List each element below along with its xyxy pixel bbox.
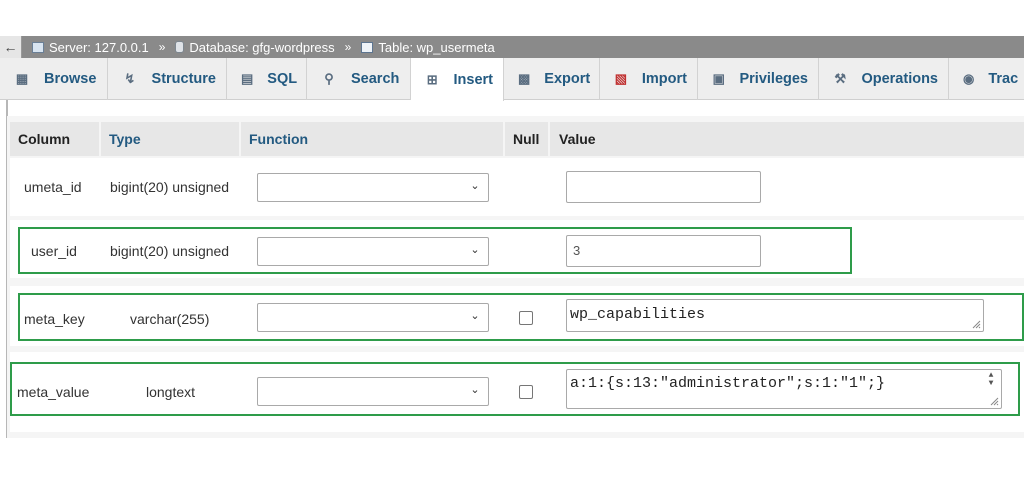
breadcrumb-separator: » xyxy=(344,40,352,54)
breadcrumb-table[interactable]: Table: wp_usermeta xyxy=(361,40,495,55)
tab-insert[interactable]: ⊞ Insert xyxy=(411,58,504,101)
database-icon xyxy=(175,41,185,53)
server-icon xyxy=(32,41,44,53)
search-icon: ⚲ xyxy=(324,71,334,86)
table-icon xyxy=(361,41,374,53)
structure-icon: ↯ xyxy=(124,71,136,86)
breadcrumb-separator: » xyxy=(158,40,166,54)
breadcrumb-server-label[interactable]: Server: 127.0.0.1 xyxy=(49,40,149,55)
header-column: Column xyxy=(10,122,99,156)
tab-export[interactable]: ▩ Export xyxy=(504,58,600,100)
tab-search[interactable]: ⚲ Search xyxy=(307,58,411,100)
tab-label: Export xyxy=(544,71,591,87)
privileges-icon: ▣ xyxy=(712,71,725,86)
tab-label: Operations xyxy=(861,71,938,87)
import-icon: ▧ xyxy=(614,71,628,86)
tab-privileges[interactable]: ▣ Privileges xyxy=(698,58,819,100)
header-type[interactable]: Type xyxy=(101,122,239,156)
column-type: bigint(20) unsigned xyxy=(110,179,230,195)
tab-bar: ▦ Browse ↯ Structure ▤ SQL ⚲ Search ⊞ In… xyxy=(0,58,1024,101)
breadcrumb-database-label[interactable]: Database: gfg-wordpress xyxy=(189,40,334,55)
breadcrumb-server[interactable]: Server: 127.0.0.1 xyxy=(32,40,149,55)
tab-label: Trac xyxy=(988,71,1019,87)
column-name: umeta_id xyxy=(24,179,82,195)
breadcrumb: ← Server: 127.0.0.1 » Database: gfg-word… xyxy=(0,36,1024,58)
tab-label: Browse xyxy=(44,71,97,87)
breadcrumb-table-label[interactable]: Table: wp_usermeta xyxy=(378,40,494,55)
tab-import[interactable]: ▧ Import xyxy=(600,58,698,100)
function-select[interactable]: ⌄ xyxy=(257,173,489,202)
tracking-icon: ◉ xyxy=(963,71,975,86)
operations-icon: ⚒ xyxy=(834,71,847,86)
header-null: Null xyxy=(505,122,548,156)
tab-label: Structure xyxy=(151,71,216,87)
tab-structure[interactable]: ↯ Structure xyxy=(108,58,227,100)
value-input[interactable] xyxy=(566,171,761,203)
tab-label: Import xyxy=(641,71,687,87)
export-icon: ▩ xyxy=(518,71,531,86)
highlight-box xyxy=(18,227,852,274)
tab-tracking[interactable]: ◉ Trac xyxy=(949,58,1024,100)
highlight-box xyxy=(10,362,1020,416)
breadcrumb-database[interactable]: Database: gfg-wordpress xyxy=(175,40,335,55)
header-value: Value xyxy=(550,122,1024,156)
tab-label: Search xyxy=(351,71,400,87)
tab-operations[interactable]: ⚒ Operations xyxy=(819,58,949,100)
insert-icon: ⊞ xyxy=(426,71,438,87)
arrow-left-icon[interactable]: ← xyxy=(0,36,22,58)
tab-label: SQL xyxy=(267,71,298,87)
tab-label: Insert xyxy=(453,71,494,88)
tab-browse[interactable]: ▦ Browse xyxy=(0,58,108,100)
highlight-box xyxy=(18,293,1024,341)
tab-sql[interactable]: ▤ SQL xyxy=(227,58,307,100)
chevron-down-icon: ⌄ xyxy=(470,180,480,192)
sql-icon: ▤ xyxy=(241,71,254,86)
header-function[interactable]: Function xyxy=(241,122,503,156)
tab-label: Privileges xyxy=(739,71,808,87)
browse-icon: ▦ xyxy=(15,71,29,86)
